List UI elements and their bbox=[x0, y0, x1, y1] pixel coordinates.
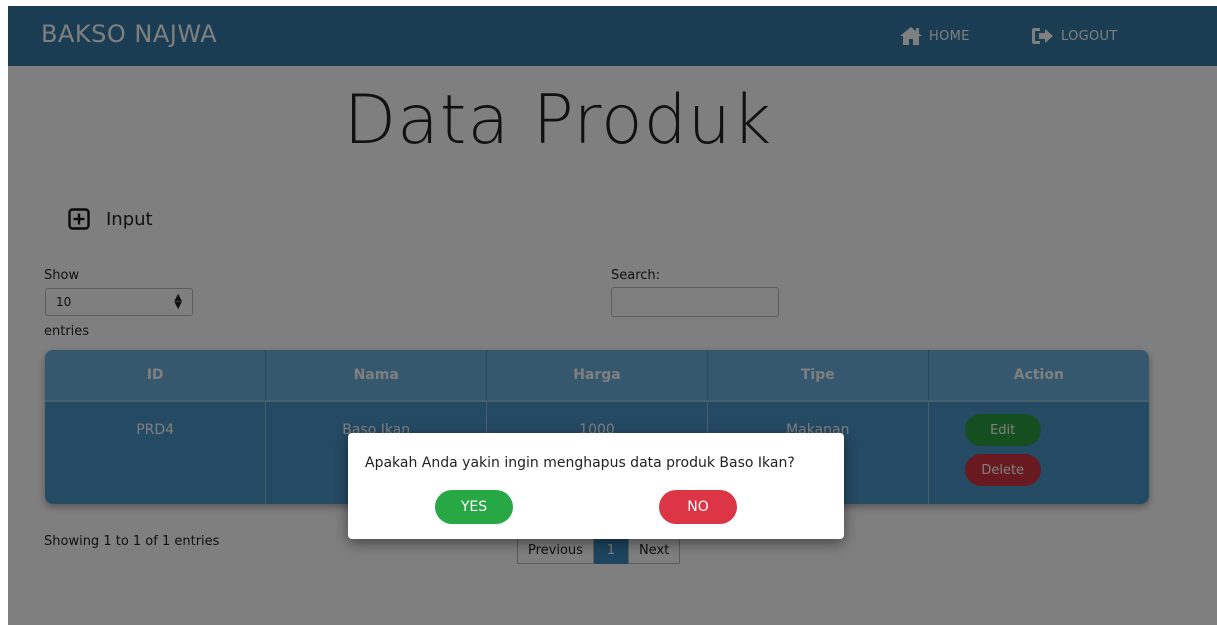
no-button[interactable]: NO bbox=[659, 490, 737, 524]
dialog-message: Apakah Anda yakin ingin menghapus data p… bbox=[365, 455, 795, 471]
app-frame: BAKSO NAJWA HOME LOGOUT Data Produk Inpu… bbox=[8, 6, 1217, 625]
confirm-delete-dialog: Apakah Anda yakin ingin menghapus data p… bbox=[348, 433, 844, 539]
yes-button[interactable]: YES bbox=[435, 490, 513, 524]
